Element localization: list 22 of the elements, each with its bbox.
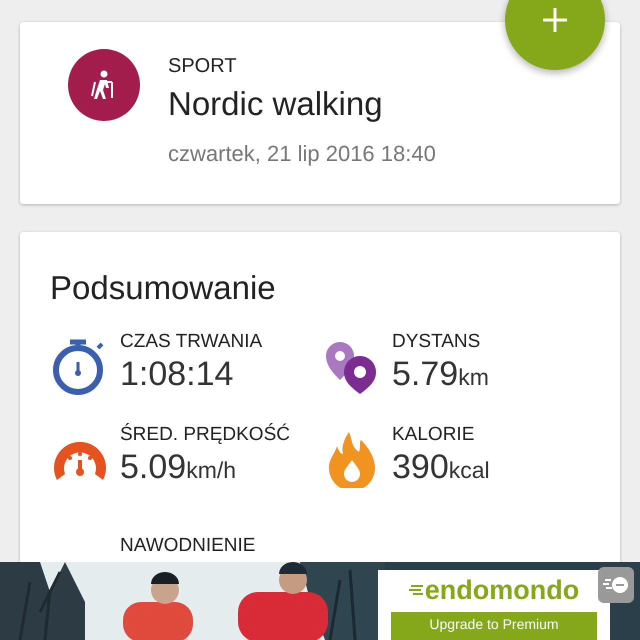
stat-value: 5.09: [120, 448, 186, 486]
stat-label: ŚRED. PRĘDKOŚĆ: [120, 423, 290, 447]
stat-value: 390: [392, 448, 449, 486]
stat-value: 5.79: [392, 355, 458, 393]
speed-lines-icon: [408, 584, 423, 596]
stat-unit: kcal: [448, 457, 490, 483]
stat-label: NAWODNIENIE: [120, 534, 256, 558]
stat-unit: km/h: [186, 457, 236, 483]
stat-unit: km: [458, 364, 489, 390]
flame-icon: [327, 430, 377, 488]
brand-logo: endomondo: [424, 576, 580, 604]
stat-label: KALORIE: [392, 423, 476, 447]
sport-label: SPORT: [168, 54, 238, 78]
upgrade-button[interactable]: Upgrade to Premium: [391, 612, 597, 640]
stat-label: CZAS TRWANIA: [120, 330, 262, 354]
activity-name: Nordic walking: [168, 84, 384, 124]
stat-value: 1:08:14: [120, 355, 234, 393]
summary-title: Podsumowanie: [50, 268, 277, 308]
plus-icon: [540, 5, 570, 35]
app-icon[interactable]: [598, 567, 634, 603]
stat-label: DYSTANS: [392, 330, 482, 354]
activity-date: czwartek, 21 lip 2016 18:40: [168, 140, 436, 168]
